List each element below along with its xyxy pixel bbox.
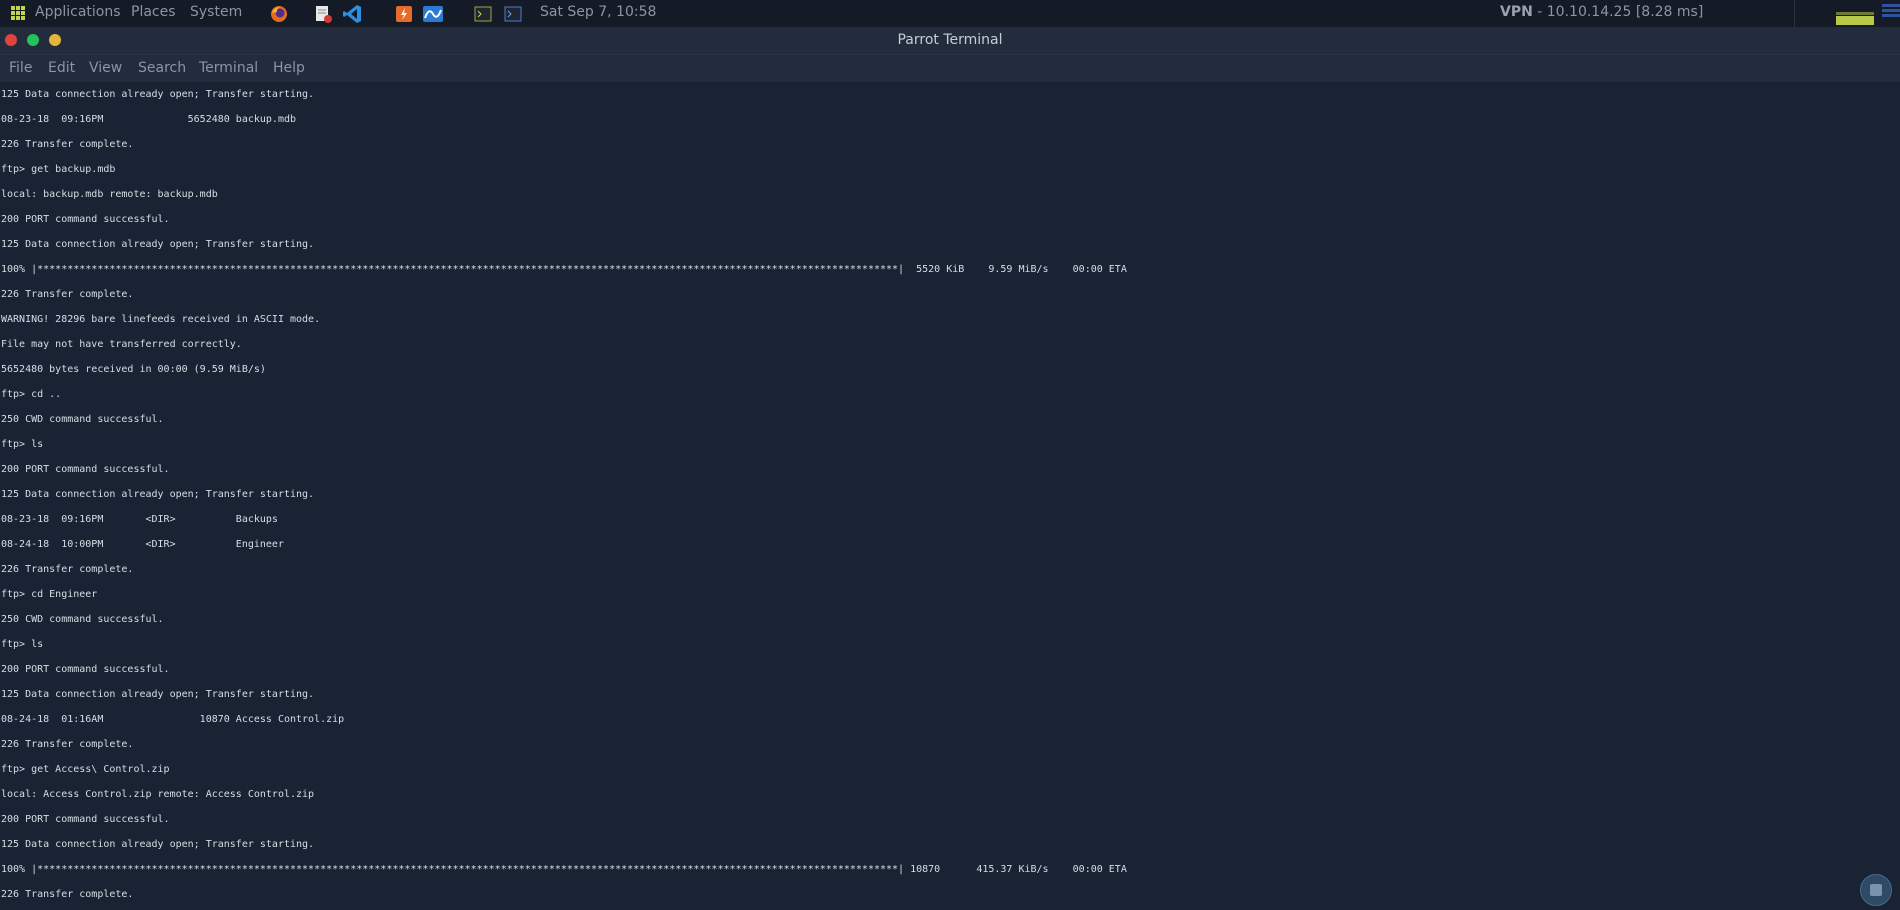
wireshark-icon[interactable] — [422, 3, 444, 25]
text-editor-icon[interactable] — [312, 3, 334, 25]
terminal-line: 125 Data connection already open; Transf… — [1, 839, 315, 850]
menu-file[interactable]: File — [9, 60, 32, 76]
terminal-line: WARNING! 28296 bare linefeeds received i… — [1, 314, 321, 325]
vpn-status: VPN - 10.10.14.25 [8.28 ms] — [1500, 4, 1703, 20]
menu-view[interactable]: View — [89, 60, 122, 76]
vscode-icon[interactable] — [341, 3, 363, 25]
terminal-line: 100% |**********************************… — [1, 864, 1127, 875]
terminal-menubar: File Edit View Search Terminal Help — [0, 54, 1900, 82]
terminal-line: 08-24-18 10:00PM <DIR> Engineer — [1, 539, 284, 550]
terminal-line: local: Access Control.zip remote: Access… — [1, 789, 315, 800]
terminal-line: 200 PORT command successful. — [1, 814, 170, 825]
terminal-line: ftp> get backup.mdb — [1, 164, 116, 175]
terminal-line: 200 PORT command successful. — [1, 214, 170, 225]
terminal-line: ftp> ls — [1, 639, 44, 650]
terminal-line: 226 Transfer complete. — [1, 564, 134, 575]
terminal-line: 226 Transfer complete. — [1, 889, 134, 900]
firefox-icon[interactable] — [268, 3, 290, 25]
terminal-output[interactable]: 125 Data connection already open; Transf… — [0, 82, 1900, 910]
terminal-line: 200 PORT command successful. — [1, 464, 170, 475]
terminal-line: 226 Transfer complete. — [1, 739, 134, 750]
system-panel: Applications Places System Sat Sep 7, 10… — [0, 0, 1900, 27]
terminal-icon[interactable] — [472, 3, 494, 25]
burp-suite-icon[interactable] — [393, 3, 415, 25]
terminal-line: 08-23-18 09:16PM 5652480 backup.mdb — [1, 114, 297, 125]
terminal-line: ftp> ls — [1, 439, 44, 450]
menu-help[interactable]: Help — [273, 60, 305, 76]
terminal-line: 5652480 bytes received in 00:00 (9.59 Mi… — [1, 364, 266, 375]
notification-icon[interactable] — [1860, 874, 1892, 906]
terminal-line: local: backup.mdb remote: backup.mdb — [1, 189, 218, 200]
terminal-line: 125 Data connection already open; Transf… — [1, 489, 315, 500]
terminal-line: 125 Data connection already open; Transf… — [1, 239, 315, 250]
terminal-line: 226 Transfer complete. — [1, 139, 134, 150]
panel-menu-applications[interactable]: Applications — [35, 4, 121, 20]
root-terminal-icon[interactable] — [502, 3, 524, 25]
terminal-line: ftp> get Access\ Control.zip — [1, 764, 170, 775]
flag-icon[interactable] — [1878, 0, 1900, 27]
menu-edit[interactable]: Edit — [48, 60, 75, 76]
terminal-line: 200 PORT command successful. — [1, 664, 170, 675]
terminal-line: ftp> cd Engineer — [1, 589, 98, 600]
window-title: Parrot Terminal — [897, 32, 1003, 48]
terminal-line: 250 CWD command successful. — [1, 614, 164, 625]
apps-grid-icon[interactable] — [11, 6, 25, 20]
terminal-line: ftp> cd .. — [1, 389, 62, 400]
terminal-line: File may not have transferred correctly. — [1, 339, 242, 350]
vpn-info: - 10.10.14.25 [8.28 ms] — [1537, 4, 1704, 20]
menu-terminal[interactable]: Terminal — [199, 60, 258, 76]
panel-menu-places[interactable]: Places — [131, 4, 176, 20]
tray-spacer — [1794, 0, 1827, 27]
terminal-line: 226 Transfer complete. — [1, 289, 134, 300]
terminal-line: 250 CWD command successful. — [1, 414, 164, 425]
terminal-line: 08-24-18 01:16AM 10870 Access Control.zi… — [1, 714, 345, 725]
menu-search[interactable]: Search — [138, 60, 186, 76]
terminal-line: 08-23-18 09:16PM <DIR> Backups — [1, 514, 278, 525]
terminal-line: 125 Data connection already open; Transf… — [1, 689, 315, 700]
panel-clock[interactable]: Sat Sep 7, 10:58 — [540, 4, 656, 20]
window-titlebar[interactable]: Parrot Terminal — [0, 27, 1900, 54]
terminal-line: 125 Data connection already open; Transf… — [1, 89, 315, 100]
vpn-label: VPN — [1500, 4, 1533, 20]
terminal-line: 100% |**********************************… — [1, 264, 1127, 275]
cpu-monitor-icon[interactable] — [1836, 0, 1874, 27]
panel-menu-system[interactable]: System — [190, 4, 242, 20]
